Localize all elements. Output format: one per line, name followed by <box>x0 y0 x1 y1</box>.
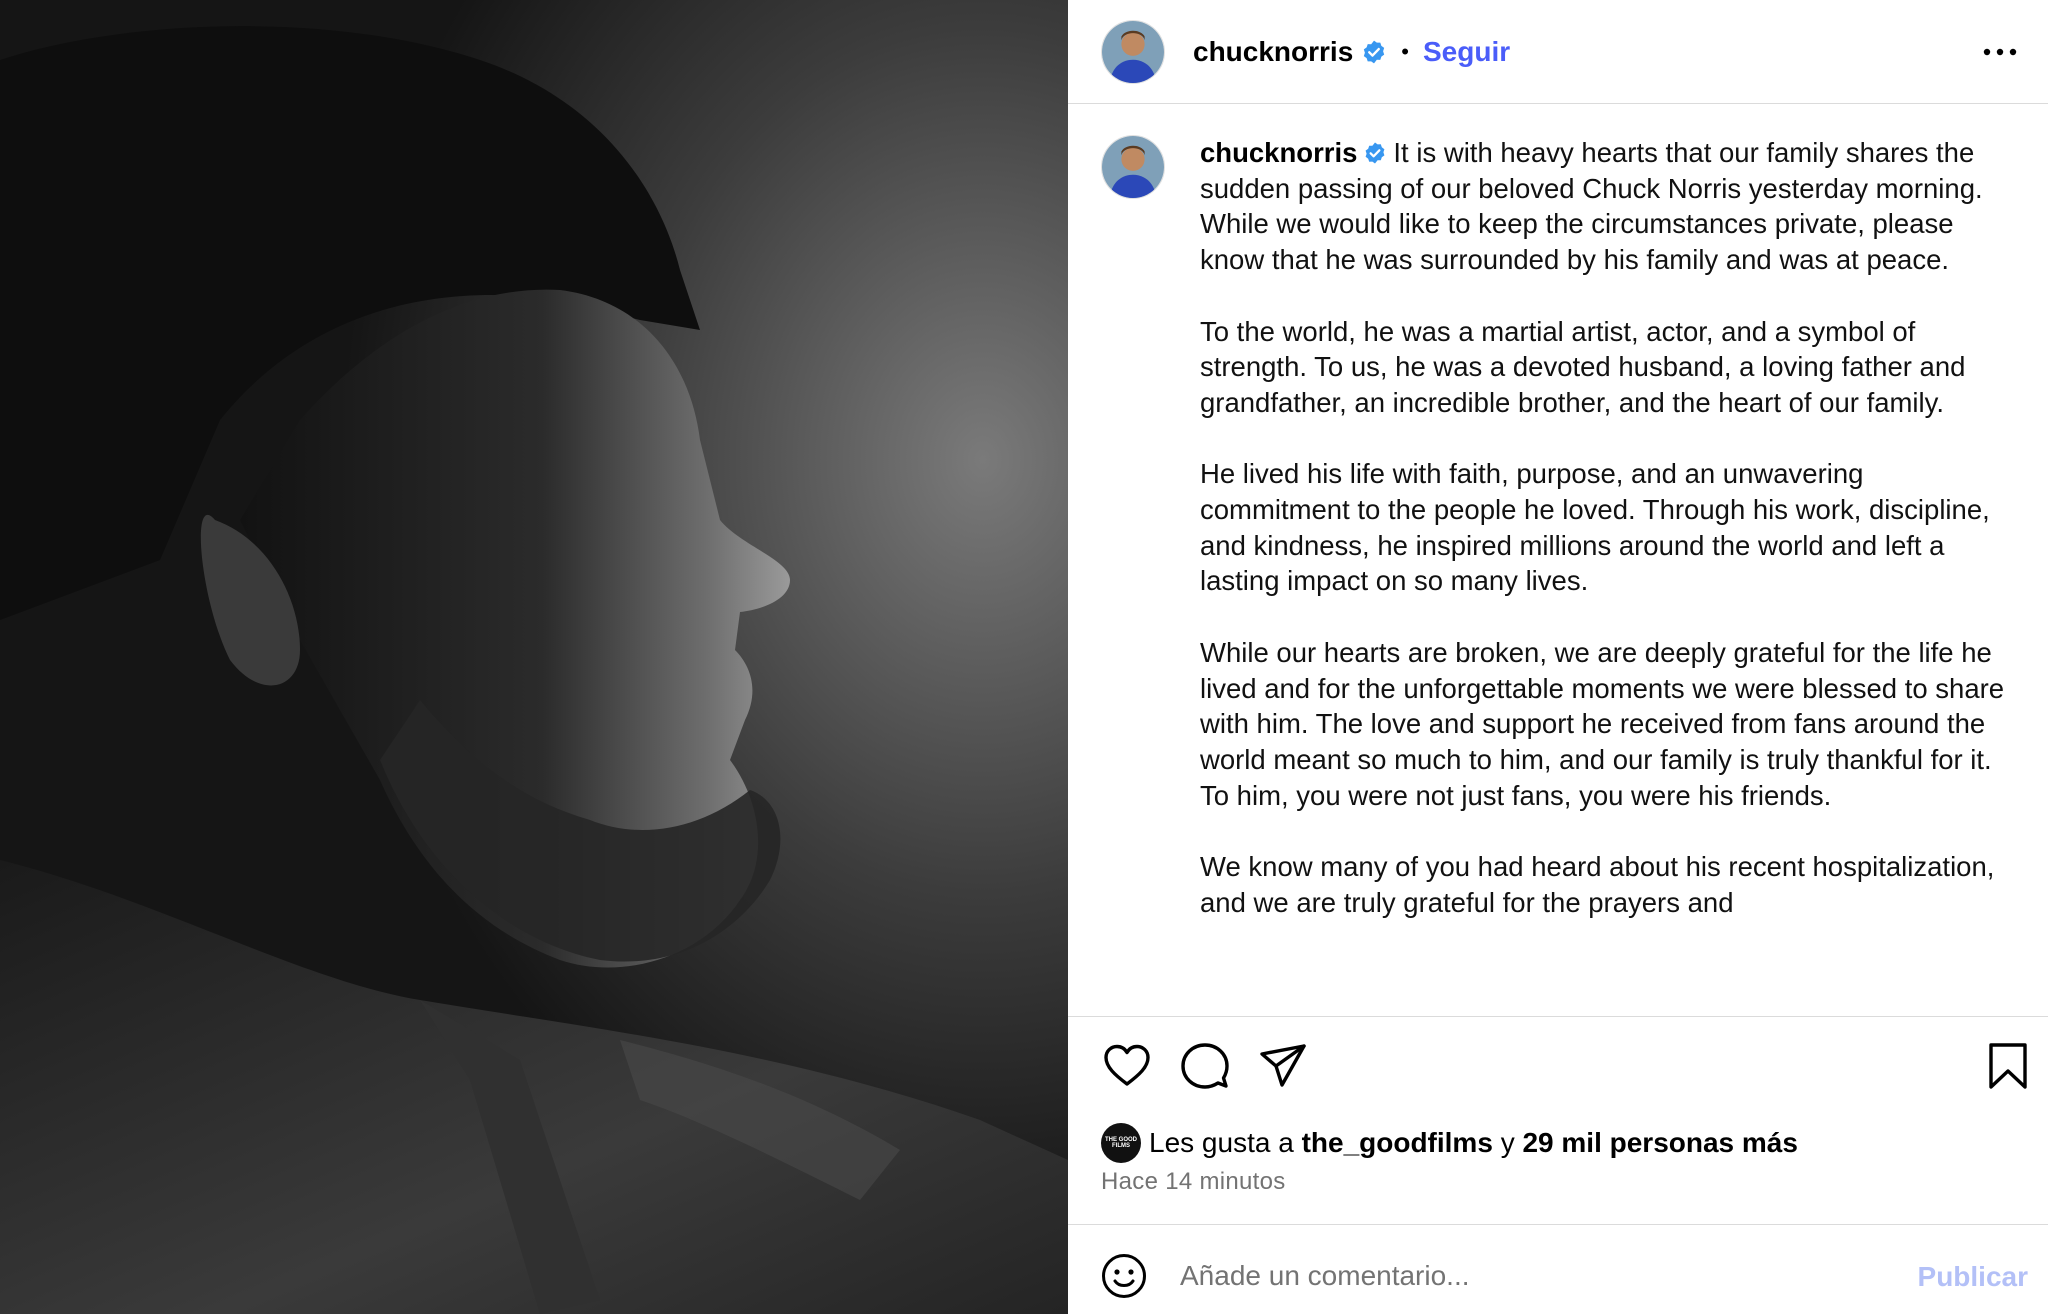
liker-username[interactable]: the_goodfilms <box>1302 1127 1493 1159</box>
likes-summary: THE GOOD FILMS Les gusta a the_goodfilms… <box>1101 1122 1798 1164</box>
caption-scroll-area[interactable]: chucknorris It is with heavy hearts that … <box>1068 105 2048 1016</box>
instagram-post-view: chucknorris • Seguir chucknorris It is w… <box>0 0 2048 1314</box>
liker-avatar[interactable]: THE GOOD FILMS <box>1101 1123 1141 1163</box>
caption-paragraph: We know many of you had heard about his … <box>1200 851 1995 918</box>
post-timestamp[interactable]: Hace 14 minutos <box>1101 1168 1286 1196</box>
comment-input[interactable] <box>1180 1251 1860 1301</box>
caption-username[interactable]: chucknorris <box>1200 137 1357 168</box>
caption-paragraph: While our hearts are broken, we are deep… <box>1200 636 2005 811</box>
more-options-icon[interactable] <box>1978 30 2022 74</box>
post-actions <box>1068 1040 2048 1096</box>
post-header: chucknorris • Seguir <box>1068 0 2048 104</box>
header-separator: • <box>1401 38 1409 64</box>
comment-bar: Publicar <box>1068 1225 2048 1314</box>
caption-paragraph: To the world, he was a martial artist, a… <box>1200 315 1966 418</box>
follow-button[interactable]: Seguir <box>1423 36 1510 68</box>
publish-button[interactable]: Publicar <box>1918 1261 2028 1293</box>
emoji-icon[interactable] <box>1100 1252 1148 1300</box>
caption-author-avatar[interactable] <box>1101 135 1165 199</box>
comment-icon[interactable] <box>1179 1040 1231 1092</box>
likes-prefix: Les gusta a <box>1149 1127 1294 1158</box>
post-side-panel: chucknorris • Seguir chucknorris It is w… <box>1068 0 2048 1314</box>
likes-count-link[interactable]: 29 mil personas más <box>1522 1127 1797 1159</box>
post-photo[interactable] <box>0 0 1068 1314</box>
caption-paragraph: chucknorris It is with heavy hearts that … <box>1200 135 2020 278</box>
likes-conjunction: y <box>1500 1127 1515 1158</box>
verified-badge-icon <box>1363 141 1387 165</box>
verified-badge-icon <box>1361 39 1387 65</box>
share-icon[interactable] <box>1257 1040 1309 1092</box>
actions-divider <box>1068 1016 2048 1017</box>
bookmark-icon[interactable] <box>1982 1040 2034 1092</box>
caption-text: chucknorris It is with heavy hearts that … <box>1200 135 2020 956</box>
author-avatar[interactable] <box>1101 19 1165 84</box>
header-username[interactable]: chucknorris <box>1193 36 1353 68</box>
caption-paragraph: He lived his life with faith, purpose, a… <box>1200 458 1990 597</box>
heart-icon[interactable] <box>1101 1040 1153 1092</box>
